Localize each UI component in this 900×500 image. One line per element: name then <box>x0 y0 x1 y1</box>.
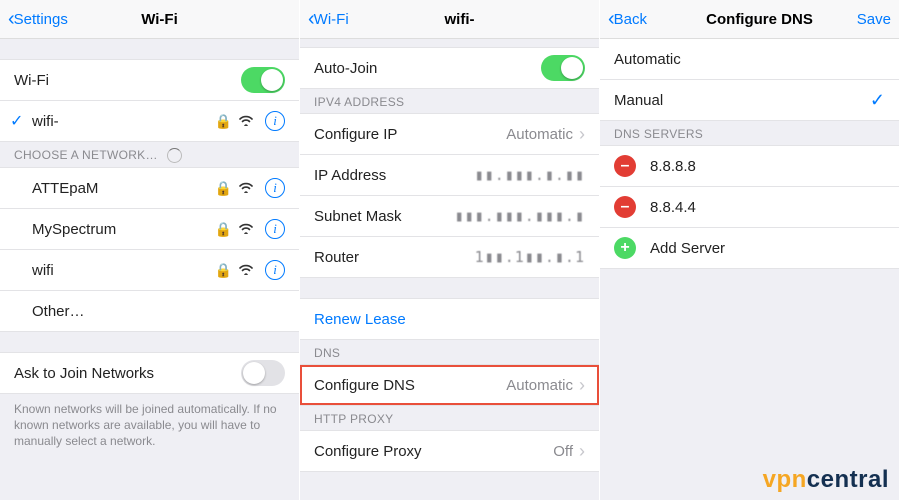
renew-lease-label: Renew Lease <box>314 311 406 328</box>
auto-join-row: Auto-Join <box>300 47 599 89</box>
ask-to-join-toggle[interactable] <box>241 360 285 386</box>
configure-ip-value: Automatic <box>506 126 573 143</box>
back-button[interactable]: ‹ Back <box>608 8 688 31</box>
configure-ip-row[interactable]: Configure IP Automatic › <box>300 113 599 155</box>
ask-footnote: Known networks will be joined automatica… <box>0 394 299 457</box>
chevron-right-icon: › <box>579 124 585 145</box>
wifi-icon <box>238 113 254 129</box>
configure-proxy-row[interactable]: Configure Proxy Off › <box>300 430 599 472</box>
lock-icon: 🔒 <box>215 113 232 130</box>
info-icon[interactable]: i <box>265 260 285 280</box>
info-icon[interactable]: i <box>265 111 285 131</box>
router-row: Router 1▮▮.1▮▮.▮.1 <box>300 237 599 278</box>
renew-lease-row[interactable]: Renew Lease <box>300 298 599 340</box>
page-title: Configure DNS <box>688 11 831 28</box>
configure-dns-panel: ‹ Back Configure DNS Save Automatic Manu… <box>600 0 900 500</box>
spinner-icon <box>167 148 182 163</box>
wifi-toggle-row: Wi-Fi <box>0 59 299 101</box>
vpncentral-watermark: vpncentral <box>763 466 889 494</box>
network-detail-panel: ‹ Wi-Fi wifi- Auto-Join IPV4 ADDRESS Con… <box>300 0 600 500</box>
connected-network-name: wifi- <box>32 113 212 130</box>
wifi-icon <box>238 221 254 237</box>
automatic-option-row[interactable]: Automatic <box>600 39 899 80</box>
manual-option-row[interactable]: Manual ✓ <box>600 80 899 121</box>
network-name: ATTEpaM <box>32 180 212 197</box>
choose-network-header: CHOOSE A NETWORK… <box>0 142 299 167</box>
configure-proxy-value: Off <box>553 443 573 460</box>
ip-address-row: IP Address ▮▮.▮▮▮.▮.▮▮ <box>300 155 599 196</box>
navbar: ‹ Wi-Fi wifi- <box>300 0 599 39</box>
back-button[interactable]: ‹ Wi-Fi <box>308 8 388 31</box>
add-server-row[interactable]: + Add Server <box>600 228 899 269</box>
configure-dns-value: Automatic <box>506 377 573 394</box>
dns-server-row[interactable]: – 8.8.4.4 <box>600 187 899 228</box>
page-title: wifi- <box>388 11 531 28</box>
navbar: ‹ Back Configure DNS Save <box>600 0 899 39</box>
dns-servers-header: DNS SERVERS <box>600 121 899 145</box>
network-row[interactable]: MySpectrum 🔒 i <box>0 209 299 250</box>
network-row[interactable]: ATTEpaM 🔒 i <box>0 167 299 209</box>
wifi-settings-panel: ‹ Settings Wi-Fi Wi-Fi ✓ wifi- 🔒 i CHOOS… <box>0 0 300 500</box>
router-label: Router <box>314 249 475 266</box>
checkmark-icon: ✓ <box>870 90 885 111</box>
lock-icon: 🔒 <box>215 221 232 238</box>
router-value: 1▮▮.1▮▮.▮.1 <box>475 248 585 266</box>
wifi-icon <box>238 180 254 196</box>
chevron-right-icon: › <box>579 441 585 462</box>
ip-address-label: IP Address <box>314 167 475 184</box>
delete-icon[interactable]: – <box>614 155 636 177</box>
checkmark-icon: ✓ <box>10 111 23 131</box>
auto-join-label: Auto-Join <box>314 60 541 77</box>
http-proxy-header: HTTP PROXY <box>300 406 599 430</box>
wifi-toggle-label: Wi-Fi <box>14 72 241 89</box>
subnet-mask-label: Subnet Mask <box>314 208 455 225</box>
dns-header: DNS <box>300 340 599 364</box>
navbar: ‹ Settings Wi-Fi <box>0 0 299 39</box>
dns-server-value: 8.8.8.8 <box>650 158 885 175</box>
chevron-right-icon: › <box>579 375 585 396</box>
wifi-icon <box>238 262 254 278</box>
wifi-toggle[interactable] <box>241 67 285 93</box>
back-label: Back <box>614 11 647 28</box>
network-name: wifi <box>32 262 212 279</box>
configure-dns-row[interactable]: Configure DNS Automatic › <box>300 364 599 406</box>
lock-icon: 🔒 <box>215 180 232 197</box>
other-label: Other… <box>32 303 285 320</box>
subnet-mask-row: Subnet Mask ▮▮▮.▮▮▮.▮▮▮.▮ <box>300 196 599 237</box>
back-label: Wi-Fi <box>314 11 349 28</box>
manual-label: Manual <box>614 92 870 109</box>
lock-icon: 🔒 <box>215 262 232 279</box>
back-button[interactable]: ‹ Settings <box>8 8 88 31</box>
dns-server-value: 8.8.4.4 <box>650 199 885 216</box>
back-label: Settings <box>14 11 68 28</box>
configure-ip-label: Configure IP <box>314 126 506 143</box>
other-network-row[interactable]: Other… <box>0 291 299 332</box>
add-server-label: Add Server <box>650 240 885 257</box>
save-button[interactable]: Save <box>831 11 891 28</box>
configure-proxy-label: Configure Proxy <box>314 443 553 460</box>
subnet-mask-value: ▮▮▮.▮▮▮.▮▮▮.▮ <box>455 207 585 225</box>
automatic-label: Automatic <box>614 51 885 68</box>
info-icon[interactable]: i <box>265 219 285 239</box>
ipv4-header: IPV4 ADDRESS <box>300 89 599 113</box>
add-icon[interactable]: + <box>614 237 636 259</box>
info-icon[interactable]: i <box>265 178 285 198</box>
ask-to-join-label: Ask to Join Networks <box>14 365 241 382</box>
ip-address-value: ▮▮.▮▮▮.▮.▮▮ <box>475 166 585 184</box>
dns-server-row[interactable]: – 8.8.8.8 <box>600 145 899 187</box>
ask-to-join-row: Ask to Join Networks <box>0 352 299 394</box>
network-name: MySpectrum <box>32 221 212 238</box>
connected-network-row[interactable]: ✓ wifi- 🔒 i <box>0 101 299 142</box>
page-title: Wi-Fi <box>88 11 231 28</box>
network-row[interactable]: wifi 🔒 i <box>0 250 299 291</box>
delete-icon[interactable]: – <box>614 196 636 218</box>
auto-join-toggle[interactable] <box>541 55 585 81</box>
configure-dns-label: Configure DNS <box>314 377 506 394</box>
